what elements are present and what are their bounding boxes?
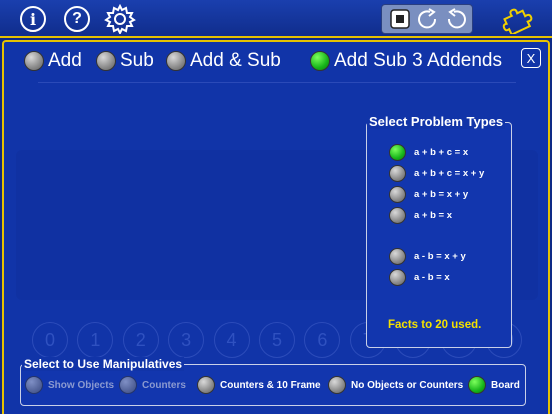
mode-label: Add & Sub xyxy=(190,50,281,71)
manipulative-label: Show Objects xyxy=(48,379,115,391)
radio-button[interactable] xyxy=(310,51,330,71)
manipulative-option-show-objects[interactable]: Show Objects xyxy=(25,376,114,394)
mode-label: Add xyxy=(48,50,82,71)
radio-button[interactable] xyxy=(96,51,116,71)
gear-icon[interactable] xyxy=(104,4,136,34)
radio-button[interactable] xyxy=(197,376,215,394)
manipulative-label: Board xyxy=(491,379,520,391)
problem-type-option[interactable]: a + b = x xyxy=(389,207,452,224)
radio-button[interactable] xyxy=(389,165,406,182)
mode-label: Sub xyxy=(120,50,154,71)
radio-button[interactable] xyxy=(468,376,486,394)
mode-option-sub[interactable]: Sub xyxy=(96,50,154,72)
radio-button[interactable] xyxy=(389,186,406,203)
redo-icon[interactable] xyxy=(416,8,440,30)
problem-type-label: a + b = x + y xyxy=(414,189,469,200)
radio-button[interactable] xyxy=(389,144,406,161)
manipulative-label: Counters xyxy=(142,379,186,391)
problem-type-option[interactable]: a - b = x + y xyxy=(389,248,466,265)
problem-type-label: a + b = x xyxy=(414,210,453,221)
divider xyxy=(38,82,516,83)
help-icon[interactable]: ? xyxy=(64,6,90,32)
radio-button[interactable] xyxy=(328,376,346,394)
mode-option-add[interactable]: Add xyxy=(24,50,82,72)
number-tile: 2 xyxy=(122,322,159,358)
puzzle-icon[interactable] xyxy=(500,4,534,34)
manipulative-option-board[interactable]: Board xyxy=(468,376,520,394)
facts-note: Facts to 20 used. xyxy=(388,319,482,331)
radio-button[interactable] xyxy=(119,376,137,394)
problem-type-label: a + b + c = x xyxy=(414,147,469,158)
number-tile: 0 xyxy=(32,322,68,358)
problem-type-label: a - b = x + y xyxy=(414,251,466,262)
radio-button[interactable] xyxy=(166,51,186,71)
problem-types-title: Select Problem Types xyxy=(367,114,506,129)
manipulative-option-counters-10-frame[interactable]: Counters & 10 Frame xyxy=(197,376,321,394)
manipulative-option-no-objects[interactable]: No Objects or Counters xyxy=(328,376,463,394)
close-button[interactable]: X xyxy=(521,48,541,68)
manipulative-option-counters[interactable]: Counters xyxy=(119,376,186,394)
number-tile: 5 xyxy=(258,322,295,358)
mode-label: Add Sub 3 Addends xyxy=(334,50,502,71)
mode-option-add-sub-3-addends[interactable]: Add Sub 3 Addends xyxy=(310,50,502,72)
problem-type-label: a - b = x xyxy=(414,272,450,283)
mode-option-add-sub[interactable]: Add & Sub xyxy=(166,50,281,72)
radio-button[interactable] xyxy=(389,269,406,286)
problem-type-option[interactable]: a + b = x + y xyxy=(389,186,468,203)
problem-type-option[interactable]: a - b = x xyxy=(389,269,450,286)
radio-button[interactable] xyxy=(389,248,406,265)
radio-button[interactable] xyxy=(25,376,43,394)
number-tile: 3 xyxy=(168,322,205,358)
radio-button[interactable] xyxy=(24,51,44,71)
problem-type-option[interactable]: a + b + c = x xyxy=(389,144,468,161)
manipulatives-title: Select to Use Manipulatives xyxy=(22,357,185,371)
info-icon[interactable]: i xyxy=(20,6,46,32)
playback-controls xyxy=(381,4,473,34)
stop-icon[interactable] xyxy=(390,8,410,30)
number-tile: 4 xyxy=(213,322,250,358)
undo-icon[interactable] xyxy=(444,8,468,30)
problem-type-label: a + b + c = x + y xyxy=(414,168,485,179)
problem-type-option[interactable]: a + b + c = x + y xyxy=(389,165,484,182)
number-tile: 6 xyxy=(304,322,341,358)
radio-button[interactable] xyxy=(389,207,406,224)
manipulative-label: No Objects or Counters xyxy=(351,379,464,391)
number-tile: 1 xyxy=(77,322,114,358)
manipulative-label: Counters & 10 Frame xyxy=(220,379,321,391)
